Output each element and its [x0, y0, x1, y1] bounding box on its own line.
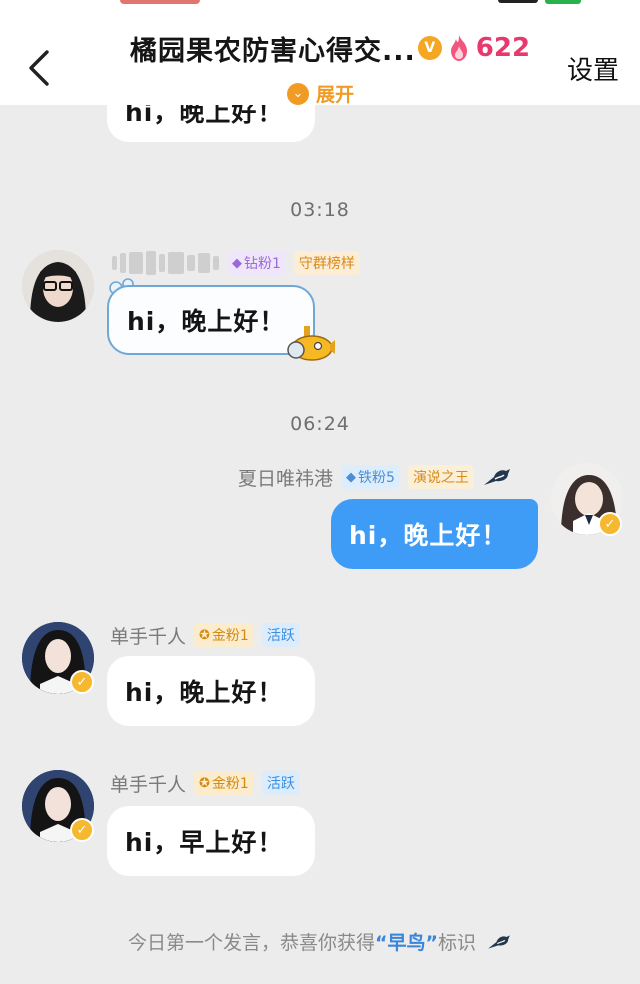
magpie-icon [488, 935, 510, 949]
fan-level-badge: ✪ 金粉1 [194, 623, 254, 647]
message-text: hi，晚上好！ [125, 678, 284, 707]
sender-name: 夏日唯祎港 [238, 467, 334, 490]
verified-badge-icon: ✓ [70, 818, 94, 842]
diamond-icon: ◆ [346, 469, 357, 485]
chevron-left-icon [29, 50, 49, 86]
fan-level-badge: ◆ 铁粉5 [341, 465, 400, 489]
avatar[interactable] [22, 250, 94, 322]
expand-button[interactable]: ⌄ 展开 [287, 80, 354, 107]
system-notice: 今日第一个发言，恭喜你获得“早鸟”标识 [0, 928, 640, 955]
active-badge: 活跃 [261, 771, 300, 795]
gold-fan-icon: ✪ [199, 775, 210, 791]
notice-suffix: 标识 [437, 932, 476, 954]
verified-badge-icon: ✓ [70, 670, 94, 694]
magpie-icon [483, 469, 510, 485]
notice-prefix: 今日第一个发言，恭喜你获得 [127, 932, 375, 954]
title-badge: 演说之王 [407, 465, 474, 489]
message-bubble[interactable]: hi，晚上好！ [331, 499, 538, 569]
sender-name: 单手千人 [110, 625, 187, 648]
battery-icon [545, 0, 581, 4]
message-text: hi，晚上好！ [127, 307, 286, 336]
early-bird-label: “早鸟” [374, 932, 438, 954]
submarine-icon [287, 326, 335, 361]
fan-level-badge: ✪ 金粉1 [194, 771, 254, 795]
expand-label: 展开 [316, 84, 355, 106]
back-button[interactable] [18, 46, 58, 90]
sender-row: 夏日唯祎港 ◆ 铁粉5 演说之王 [238, 463, 512, 491]
status-indicator [120, 0, 200, 4]
chevron-down-icon: ⌄ [287, 82, 309, 105]
sender-row: ◆ 钻粉1 守群榜样 [112, 249, 360, 277]
timestamp: 06:24 [290, 413, 350, 435]
verified-badge-icon: ✓ [598, 512, 622, 536]
timestamp: 03:18 [290, 199, 350, 221]
title-badge: 守群榜样 [293, 251, 360, 275]
status-bar-fragment [0, 0, 640, 6]
sender-row: 单手千人 ✪ 金粉1 活跃 [110, 769, 300, 797]
verified-badge-icon: V [417, 36, 442, 60]
sender-row: 单手千人 ✪ 金粉1 活跃 [110, 621, 300, 649]
active-badge: 活跃 [261, 623, 300, 647]
signal-icon [498, 0, 538, 3]
message-bubble[interactable]: hi，晚上好！ [107, 656, 315, 726]
group-title: 橘园果农防害心得交... [130, 35, 416, 67]
gold-fan-icon: ✪ [199, 627, 210, 643]
blurred-sender-name [112, 251, 219, 275]
fan-level-badge: ◆ 钻粉1 [227, 251, 286, 275]
fire-icon [450, 35, 467, 61]
sender-name: 单手千人 [110, 773, 187, 796]
settings-button[interactable]: 设置 [567, 50, 619, 87]
avatar-image [22, 250, 94, 322]
group-title-row[interactable]: 橘园果农防害心得交... V 622 [130, 28, 530, 68]
message-bubble[interactable]: hi，早上好！ [107, 806, 315, 876]
chat-header: 橘园果农防害心得交... V 622 设置 ⌄ 展开 [0, 0, 640, 107]
heat-count: 622 [475, 33, 531, 63]
message-text: hi，晚上好！ [349, 521, 508, 550]
message-text: hi，早上好！ [125, 828, 284, 857]
diamond-icon: ◆ [232, 255, 242, 271]
